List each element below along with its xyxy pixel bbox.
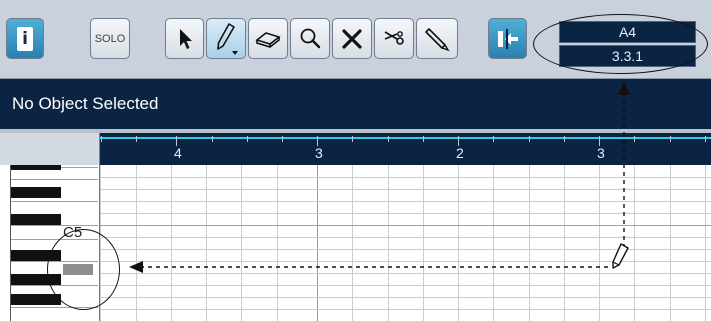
arrowhead-up — [618, 81, 630, 95]
arrowhead-left — [129, 261, 143, 273]
annotation-arrows — [129, 81, 630, 273]
pencil-cursor-icon — [612, 243, 629, 269]
